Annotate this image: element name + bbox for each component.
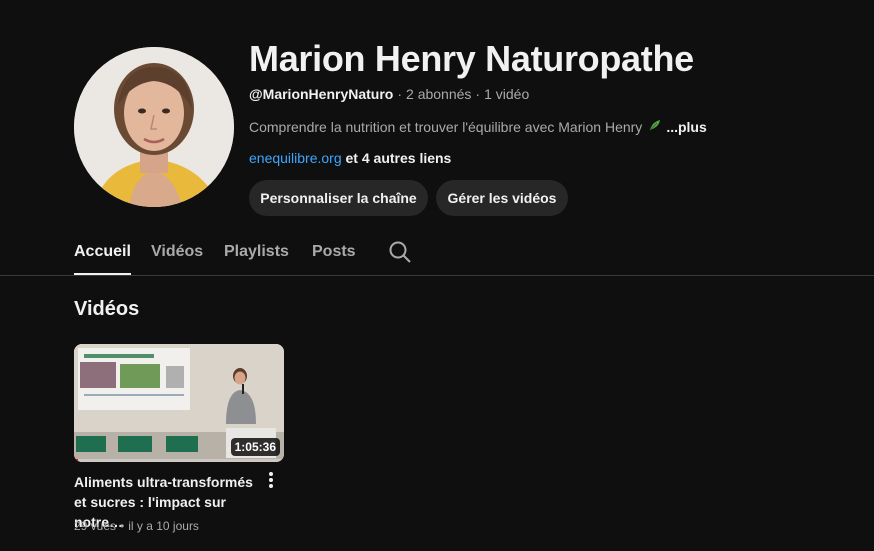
- description-text: Comprendre la nutrition et trouver l'équ…: [249, 118, 643, 135]
- subscriber-count: 2 abonnés: [406, 86, 472, 102]
- upload-age: il y a 10 jours: [128, 519, 199, 533]
- view-count: 29 vues: [74, 519, 117, 533]
- search-icon[interactable]: [388, 240, 412, 264]
- watch-progress-bar: [74, 459, 79, 462]
- tab-playlists[interactable]: Playlists: [224, 238, 289, 276]
- manage-videos-button[interactable]: Gérer les vidéos: [436, 180, 568, 216]
- customize-channel-button[interactable]: Personnaliser la chaîne: [249, 180, 428, 216]
- avatar-photo: [74, 47, 234, 207]
- progress-track: [74, 459, 284, 462]
- channel-handle: @MarionHenryNaturo: [249, 86, 394, 102]
- meta-dot: •: [120, 519, 125, 533]
- leaf-icon: [648, 118, 662, 135]
- website-link[interactable]: enequilibre.org: [249, 150, 342, 166]
- video-meta: 29 vues • il y a 10 jours: [74, 519, 199, 533]
- tab-accueil[interactable]: Accueil: [74, 238, 131, 276]
- channel-avatar[interactable]: [74, 47, 234, 207]
- channel-links: enequilibre.org et 4 autres liens: [249, 150, 451, 166]
- more-vert-icon[interactable]: [262, 470, 280, 490]
- tab-posts[interactable]: Posts: [312, 238, 356, 276]
- tab-videos[interactable]: Vidéos: [151, 238, 203, 276]
- channel-name: Marion Henry Naturopathe: [249, 38, 694, 79]
- section-title: Vidéos: [74, 298, 140, 320]
- meta-separator: ·: [475, 86, 481, 102]
- video-duration: 1:05:36: [230, 438, 280, 456]
- video-count: 1 vidéo: [484, 86, 530, 102]
- video-thumbnail[interactable]: 1:05:36: [74, 344, 284, 462]
- other-links[interactable]: et 4 autres liens: [346, 150, 452, 166]
- more-link[interactable]: ...plus: [666, 119, 706, 135]
- channel-meta: @MarionHenryNaturo · 2 abonnés · 1 vidéo: [249, 86, 529, 102]
- channel-description[interactable]: Comprendre la nutrition et trouver l'équ…: [249, 118, 707, 135]
- tabs-divider: [0, 275, 874, 276]
- meta-separator: ·: [397, 86, 403, 102]
